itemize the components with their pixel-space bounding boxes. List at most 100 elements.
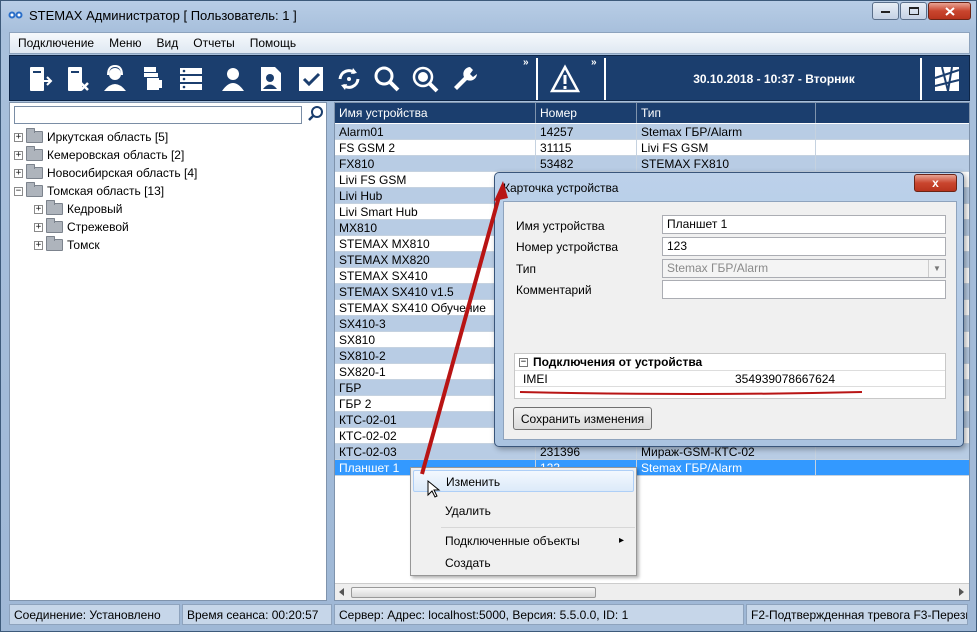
menu-item-edit[interactable]: Изменить <box>413 470 634 492</box>
tree-node[interactable]: + Стрежевой <box>14 218 197 236</box>
column-header-type[interactable]: Тип <box>637 103 816 123</box>
toolbar-more-chevron[interactable]: » <box>523 57 528 68</box>
menu-connection[interactable]: Подключение <box>18 36 94 50</box>
window-title: STEMAX Администратор [ Пользователь: 1 ] <box>29 8 297 23</box>
device-number-label: Номер устройства <box>516 240 619 254</box>
zoom-in-icon[interactable] <box>408 60 442 98</box>
table-cell <box>816 140 969 156</box>
status-hotkeys: F2-Подтвержденная тревога F3-Перезв <box>746 604 968 625</box>
tree-node-label: Кедровый <box>67 202 123 216</box>
scrollbar-thumb[interactable] <box>351 587 596 598</box>
expand-icon[interactable]: − <box>14 186 23 196</box>
table-cell: Stemax ГБР/Alarm <box>637 124 816 140</box>
folder-icon <box>46 218 63 233</box>
expand-icon[interactable]: + <box>34 240 43 250</box>
tree-node[interactable]: + Кедровый <box>14 200 197 218</box>
alerts-more-chevron[interactable]: » <box>591 57 596 68</box>
search-icon[interactable] <box>307 105 325 123</box>
expand-icon[interactable]: + <box>14 132 23 142</box>
tree-node[interactable]: + Иркутская область [5] <box>14 128 197 146</box>
table-row[interactable]: FX810 53482 STEMAX FX810 <box>335 156 969 172</box>
dialog-close-button[interactable]: x <box>914 174 957 192</box>
tree-search-input[interactable] <box>14 106 302 124</box>
folder-icon <box>26 146 43 161</box>
tree-node[interactable]: − Томская область [13] <box>14 182 197 200</box>
table-row[interactable]: FS GSM 2 31115 Livi FS GSM <box>335 140 969 156</box>
device-number-input[interactable]: 123 <box>662 237 946 256</box>
minimize-icon <box>881 11 890 13</box>
connection-value: 354939078667624 <box>735 372 836 386</box>
tree-node[interactable]: + Томск <box>14 236 197 254</box>
folder-icon <box>26 164 43 179</box>
expand-icon[interactable]: + <box>14 150 23 160</box>
dialog-title: Карточка устройства <box>503 181 619 195</box>
menu-item-connected-objects[interactable]: Подключенные объекты ▸ <box>413 530 634 552</box>
menu-reports[interactable]: Отчеты <box>193 36 234 50</box>
table-cell: Alarm01 <box>335 124 536 140</box>
tree-node[interactable]: + Новосибирская область [4] <box>14 164 197 182</box>
save-changes-button[interactable]: Сохранить изменения <box>513 407 652 430</box>
connections-header[interactable]: − Подключения от устройства <box>515 354 945 371</box>
menu-separator <box>441 527 635 528</box>
hand-icon[interactable] <box>136 60 170 98</box>
status-session-time: Время сеанса: 00:20:57 <box>182 604 332 625</box>
user-card-icon[interactable] <box>254 60 288 98</box>
tree-node-label: Стрежевой <box>67 220 129 234</box>
minimize-button[interactable] <box>872 2 899 20</box>
table-cell: 14257 <box>536 124 637 140</box>
table-cell: Stemax ГБР/Alarm <box>637 460 816 476</box>
device-card-dialog: Карточка устройства x Имя устройства Пла… <box>494 172 964 447</box>
wrench-icon[interactable] <box>448 60 482 98</box>
menu-item-delete[interactable]: Удалить <box>413 500 634 522</box>
menu-item-create[interactable]: Создать <box>413 552 634 574</box>
tree-panel: + Иркутская область [5] + Кемеровская облас… <box>9 102 327 601</box>
user-icon[interactable] <box>216 60 250 98</box>
table-row[interactable]: Alarm01 14257 Stemax ГБР/Alarm <box>335 124 969 140</box>
search-icon[interactable] <box>370 60 404 98</box>
maximize-button[interactable] <box>900 2 927 20</box>
device-in-icon[interactable] <box>22 60 56 98</box>
scroll-left-icon[interactable] <box>339 588 345 596</box>
column-header-name[interactable]: Имя устройства <box>335 103 536 123</box>
app-logo-icon <box>8 11 23 19</box>
refresh-icon[interactable] <box>332 60 366 98</box>
expand-icon[interactable]: + <box>34 204 43 214</box>
expand-icon[interactable]: + <box>14 168 23 178</box>
toolbar-separator <box>536 58 538 100</box>
menu-bar: Подключение Меню Вид Отчеты Помощь <box>9 32 970 54</box>
alert-triangle-icon[interactable] <box>548 60 582 98</box>
title-bar[interactable]: STEMAX Администратор [ Пользователь: 1 ] <box>1 1 976 29</box>
context-menu: Изменить Удалить Подключенные объекты ▸ С… <box>410 467 637 576</box>
check-icon[interactable] <box>294 60 328 98</box>
close-button[interactable] <box>928 2 971 20</box>
horizontal-scrollbar[interactable] <box>335 583 969 600</box>
device-type-select[interactable]: Stemax ГБР/Alarm ▼ <box>662 259 946 278</box>
menu-menu[interactable]: Меню <box>109 36 141 50</box>
operator-icon[interactable] <box>98 60 132 98</box>
map-icon[interactable] <box>930 60 964 98</box>
tree-node-label: Новосибирская область [4] <box>47 166 198 180</box>
chevron-down-icon: ▼ <box>928 260 945 277</box>
menu-view[interactable]: Вид <box>157 36 179 50</box>
column-header-number[interactable]: Номер <box>536 103 637 123</box>
status-server: Сервер: Адрес: localhost:5000, Версия: 5… <box>334 604 744 625</box>
close-icon <box>944 6 955 16</box>
device-type-label: Тип <box>516 262 537 276</box>
server-icon[interactable] <box>174 60 208 98</box>
table-cell <box>816 460 969 476</box>
collapse-icon[interactable]: − <box>519 357 528 367</box>
device-name-input[interactable]: Планшет 1 <box>662 215 946 234</box>
tree-node-label: Кемеровская область [2] <box>47 148 185 162</box>
table-cell <box>816 124 969 140</box>
device-remove-icon[interactable] <box>60 60 94 98</box>
connection-row[interactable]: IMEI 354939078667624 <box>515 371 945 387</box>
datetime-display: 30.10.2018 - 10:37 - Вторник <box>693 72 855 86</box>
scroll-right-icon[interactable] <box>959 588 965 596</box>
tree-node[interactable]: + Кемеровская область [2] <box>14 146 197 164</box>
menu-help[interactable]: Помощь <box>250 36 296 50</box>
tree-node-label: Томская область [13] <box>47 184 165 198</box>
comment-input[interactable] <box>662 280 946 299</box>
expand-icon[interactable]: + <box>34 222 43 232</box>
comment-label: Комментарий <box>516 283 592 297</box>
folder-icon <box>46 200 63 215</box>
